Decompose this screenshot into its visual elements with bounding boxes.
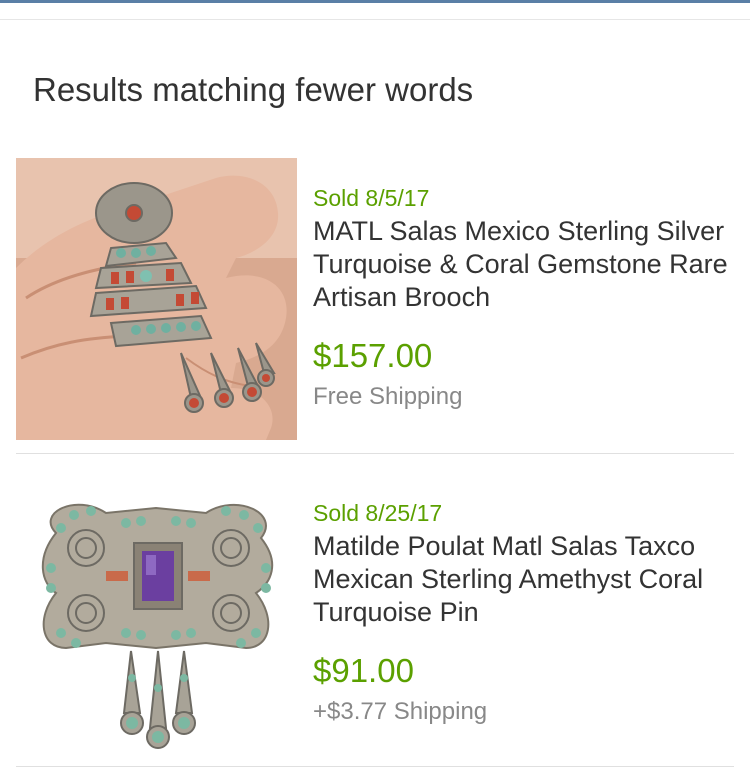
listing-price: $91.00 <box>313 652 414 689</box>
listing-item[interactable]: Sold 8/5/17 MATL Salas Mexico Sterling S… <box>0 155 750 455</box>
listing-info: Sold 8/25/17 Matilde Poulat Matl Salas T… <box>313 498 743 727</box>
listing-thumbnail-pin[interactable] <box>16 473 297 755</box>
row-divider <box>16 766 734 767</box>
listing-item[interactable]: Sold 8/25/17 Matilde Poulat Matl Salas T… <box>0 470 750 770</box>
section-heading: Results matching fewer words <box>33 71 474 108</box>
listing-price: $157.00 <box>313 337 433 374</box>
top-accent-bar <box>0 0 750 3</box>
listing-title[interactable]: Matilde Poulat Matl Salas Taxco Mexican … <box>313 530 743 629</box>
listing-info: Sold 8/5/17 MATL Salas Mexico Sterling S… <box>313 183 743 412</box>
shipping-info: Free Shipping <box>313 383 463 410</box>
sold-date: Sold 8/5/17 <box>313 185 430 211</box>
sold-date: Sold 8/25/17 <box>313 500 443 526</box>
listing-title[interactable]: MATL Salas Mexico Sterling Silver Turquo… <box>313 215 743 314</box>
row-divider <box>16 453 734 454</box>
top-divider <box>0 19 750 20</box>
shipping-info: +$3.77 Shipping <box>313 698 488 725</box>
listing-thumbnail-brooch[interactable] <box>16 158 297 440</box>
